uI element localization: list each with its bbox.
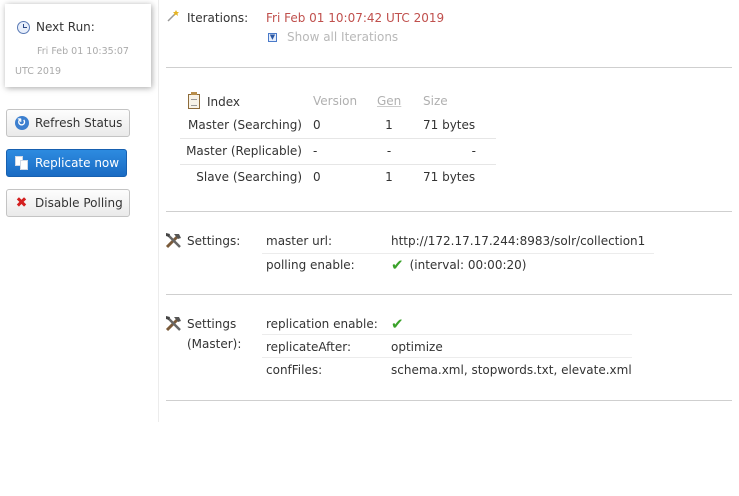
row-separator <box>262 357 632 358</box>
master-settings-label-line1: Settings <box>187 317 237 331</box>
table-row: Master (Replicable) - - - <box>180 139 496 165</box>
polling-interval: (interval: 00:00:20) <box>409 258 527 272</box>
next-run-value: Fri Feb 01 10:35:07 UTC 2019 <box>15 46 129 77</box>
row-name: Master (Searching) <box>188 118 302 132</box>
clock-icon <box>17 20 30 34</box>
header-version: Version <box>313 94 358 108</box>
table-row: Slave (Searching) 0 1 71 bytes <box>180 165 496 191</box>
chevron-down-icon: ▼ <box>268 32 277 42</box>
refresh-status-button[interactable]: ↻ Refresh Status <box>6 109 130 137</box>
show-all-iterations-label: Show all Iterations <box>287 30 399 44</box>
conf-files-key: confFiles: <box>266 363 323 377</box>
clipboard-icon <box>188 92 200 109</box>
master-settings-label: Settings (Master): <box>187 314 241 354</box>
conf-files-value: schema.xml, stopwords.txt, elevate.xml <box>391 363 632 377</box>
wand-icon <box>166 10 180 25</box>
x-icon: ✖ <box>15 195 28 211</box>
tools-icon <box>165 316 183 332</box>
master-url-value: http://172.17.17.244:8983/solr/collectio… <box>391 234 646 248</box>
replicate-now-button[interactable]: Replicate now <box>6 149 127 177</box>
header-index: Index <box>188 92 310 109</box>
divider <box>166 67 732 68</box>
divider <box>166 211 732 212</box>
next-run-box: Next Run: Fri Feb 01 10:35:07 UTC 2019 <box>5 4 151 87</box>
replicate-after-key: replicateAfter: <box>266 340 352 354</box>
polling-enable-value: ✔ (interval: 00:00:20) <box>391 256 527 274</box>
polling-enable-key: polling enable: <box>266 258 355 272</box>
header-index-label: Index <box>207 94 241 109</box>
tools-icon <box>165 233 183 249</box>
row-size: - <box>471 144 476 158</box>
master-url-key: master url: <box>266 234 333 248</box>
row-gen: 1 <box>385 170 393 184</box>
disable-polling-label: Disable Polling <box>35 196 123 210</box>
check-icon: ✔ <box>391 256 404 274</box>
row-separator <box>262 253 654 254</box>
replicate-now-label: Replicate now <box>35 156 120 170</box>
row-gen: 1 <box>385 118 393 132</box>
row-version: 0 <box>313 118 321 132</box>
row-size: 71 bytes <box>423 170 476 184</box>
refresh-icon: ↻ <box>14 116 29 131</box>
settings-label: Settings: <box>187 234 241 248</box>
copy-icon <box>14 156 29 171</box>
iterations-label: Iterations: <box>187 11 249 25</box>
divider <box>166 294 732 295</box>
header-size: Size <box>423 94 448 108</box>
row-version: 0 <box>313 170 321 184</box>
iterations-value: Fri Feb 01 10:07:42 UTC 2019 <box>266 11 445 25</box>
row-size: 71 bytes <box>423 118 476 132</box>
row-name: Slave (Searching) <box>196 170 302 184</box>
table-row: Master (Searching) 0 1 71 bytes <box>180 113 496 139</box>
check-icon: ✔ <box>391 315 404 333</box>
column-divider <box>158 0 159 422</box>
header-gen: Gen <box>377 94 402 108</box>
row-gen: - <box>386 144 392 158</box>
disable-polling-button[interactable]: ✖ Disable Polling <box>6 189 130 217</box>
table-header: Index Version Gen Size <box>180 89 496 113</box>
refresh-status-label: Refresh Status <box>35 116 123 130</box>
replication-enable-value: ✔ <box>391 315 410 333</box>
row-name: Master (Replicable) <box>186 144 302 158</box>
master-settings-label-line2: (Master): <box>187 337 242 351</box>
next-run-title: Next Run: <box>17 20 95 34</box>
row-separator <box>262 334 632 335</box>
show-all-iterations-link[interactable]: ▼ Show all Iterations <box>268 30 398 44</box>
replicate-after-value: optimize <box>391 340 443 354</box>
replication-enable-key: replication enable: <box>266 317 378 331</box>
divider <box>166 400 732 401</box>
next-run-label: Next Run: <box>36 20 95 34</box>
row-version: - <box>313 144 318 158</box>
